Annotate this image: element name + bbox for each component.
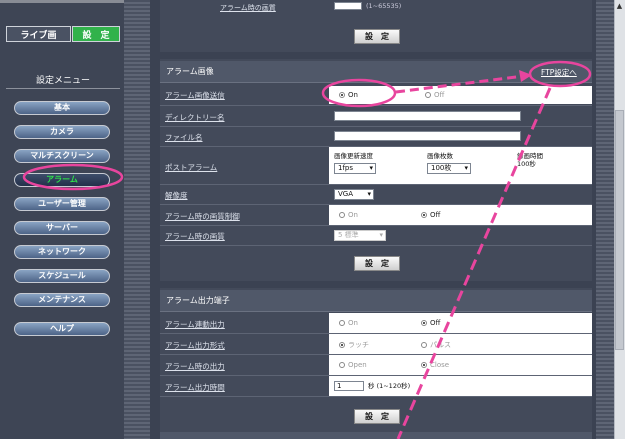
annotation-circle-send-on [321, 78, 397, 108]
annotation-circle-alarm-nav [22, 163, 124, 191]
annotation-circle-ftp-link [528, 60, 592, 88]
annotation-overlay [22, 60, 592, 439]
annotation-arrow-line [395, 74, 525, 94]
annotation-diagonal-line [396, 87, 552, 439]
